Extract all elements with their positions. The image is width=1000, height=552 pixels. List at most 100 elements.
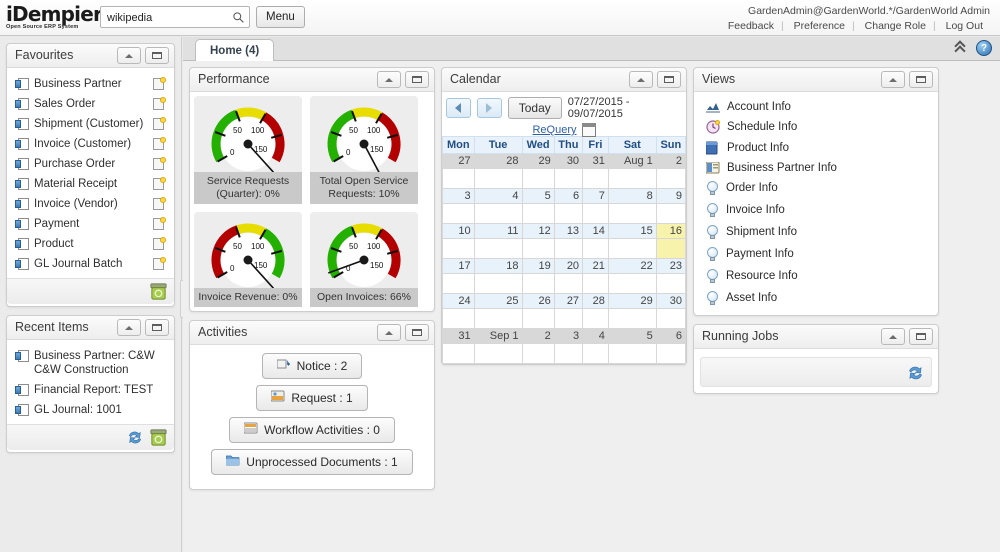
refresh-icon[interactable] bbox=[906, 364, 925, 382]
activity-button-2[interactable]: Workflow Activities : 0 bbox=[229, 417, 395, 443]
calendar-day-cell[interactable]: 3 bbox=[442, 188, 475, 204]
calendar-day-cell[interactable]: 25 bbox=[473, 293, 523, 309]
calendar-day-cell[interactable]: 6 bbox=[553, 188, 584, 204]
favourites-collapse-button[interactable] bbox=[117, 47, 141, 64]
favourite-item-5[interactable]: Material Receipt bbox=[13, 174, 168, 194]
calendar-day-cell[interactable]: 28 bbox=[473, 153, 523, 169]
new-record-icon[interactable] bbox=[153, 157, 166, 171]
calendar-event-cell[interactable] bbox=[553, 273, 584, 294]
calendar-event-cell[interactable] bbox=[607, 308, 657, 329]
calendar-event-cell[interactable] bbox=[553, 238, 584, 259]
calendar-day-cell[interactable]: 6 bbox=[655, 328, 687, 344]
calendar-day-cell[interactable]: 12 bbox=[521, 223, 555, 239]
calendar-event-cell[interactable] bbox=[553, 168, 584, 189]
calendar-day-cell[interactable]: 22 bbox=[607, 258, 657, 274]
running-jobs-maximize-button[interactable] bbox=[909, 328, 933, 345]
favourite-item-7[interactable]: Payment bbox=[13, 214, 168, 234]
calendar-event-cell[interactable] bbox=[521, 203, 555, 224]
views-item-4[interactable]: Order Info bbox=[702, 177, 930, 199]
favourite-item-3[interactable]: Invoice (Customer) bbox=[13, 134, 168, 154]
calendar-event-cell[interactable] bbox=[521, 308, 555, 329]
recent-items-collapse-button[interactable] bbox=[117, 319, 141, 336]
calendar-event-cell[interactable] bbox=[582, 273, 609, 294]
trash-icon[interactable] bbox=[149, 282, 168, 301]
calendar-maximize-button[interactable] bbox=[657, 71, 681, 88]
calendar-day-cell[interactable]: 5 bbox=[521, 188, 555, 204]
gauge-0[interactable]: 50 100 150 0 Service Requests (Quarter): 0% bbox=[194, 96, 302, 204]
calendar-event-cell[interactable] bbox=[521, 273, 555, 294]
search-input[interactable] bbox=[105, 9, 225, 26]
calendar-event-cell[interactable] bbox=[442, 273, 475, 294]
calendar-day-cell[interactable]: 30 bbox=[655, 293, 687, 309]
calendar-day-cell[interactable]: 26 bbox=[521, 293, 555, 309]
calendar-requery-link[interactable]: ReQuery bbox=[532, 124, 576, 136]
views-collapse-button[interactable] bbox=[881, 71, 905, 88]
calendar-event-cell[interactable] bbox=[582, 168, 609, 189]
calendar-next-button[interactable] bbox=[476, 98, 502, 118]
calendar-day-cell[interactable]: 8 bbox=[607, 188, 657, 204]
favourite-item-2[interactable]: Shipment (Customer) bbox=[13, 114, 168, 134]
calendar-event-cell[interactable] bbox=[442, 308, 475, 329]
double-chevron-up-icon[interactable] bbox=[954, 40, 968, 57]
calendar-event-cell[interactable] bbox=[442, 343, 475, 364]
calendar-day-cell[interactable]: 13 bbox=[553, 223, 584, 239]
calendar-day-cell[interactable]: 9 bbox=[655, 188, 687, 204]
views-item-0[interactable]: Account Info bbox=[702, 97, 930, 116]
gauge-3[interactable]: 50 100 150 0 Open Invoices: 66% bbox=[310, 212, 418, 307]
views-item-9[interactable]: Asset Info bbox=[702, 287, 930, 309]
views-item-1[interactable]: Schedule Info bbox=[702, 116, 930, 137]
activity-button-0[interactable]: Notice : 2 bbox=[261, 353, 363, 379]
calendar-day-cell[interactable]: 29 bbox=[521, 153, 555, 169]
calendar-day-cell[interactable]: 16 bbox=[655, 223, 687, 239]
calendar-event-cell[interactable] bbox=[473, 343, 523, 364]
views-item-3[interactable]: Business Partner Info bbox=[702, 158, 930, 177]
calendar-event-cell[interactable] bbox=[655, 203, 687, 224]
new-record-icon[interactable] bbox=[153, 117, 166, 131]
views-item-8[interactable]: Resource Info bbox=[702, 265, 930, 287]
calendar-event-cell[interactable] bbox=[473, 273, 523, 294]
calendar-event-cell[interactable] bbox=[607, 203, 657, 224]
calendar-day-cell[interactable]: 29 bbox=[607, 293, 657, 309]
new-record-icon[interactable] bbox=[153, 97, 166, 111]
calendar-event-cell[interactable] bbox=[655, 308, 687, 329]
calendar-event-cell[interactable] bbox=[607, 273, 657, 294]
calendar-event-cell[interactable] bbox=[521, 343, 555, 364]
calendar-day-cell[interactable]: Sep 1 bbox=[473, 328, 523, 344]
views-item-7[interactable]: Payment Info bbox=[702, 243, 930, 265]
favourite-item-1[interactable]: Sales Order bbox=[13, 94, 168, 114]
calendar-event-cell[interactable] bbox=[582, 203, 609, 224]
menu-button[interactable]: Menu bbox=[256, 6, 305, 28]
new-record-icon[interactable] bbox=[153, 77, 166, 91]
calendar-event-cell[interactable] bbox=[655, 238, 687, 259]
calendar-event-cell[interactable] bbox=[473, 308, 523, 329]
performance-maximize-button[interactable] bbox=[405, 71, 429, 88]
calendar-day-cell[interactable]: 5 bbox=[607, 328, 657, 344]
recent-item-0[interactable]: Business Partner: C&W C&W Construction bbox=[13, 346, 168, 380]
calendar-grid[interactable]: Mon Tue Wed Thu Fri Sat Sun 27 28 29 30 31 Aug 12 3… bbox=[442, 136, 687, 364]
calendar-day-cell[interactable]: 28 bbox=[582, 293, 609, 309]
trash-icon[interactable] bbox=[149, 428, 168, 447]
calendar-day-cell[interactable]: 10 bbox=[442, 223, 475, 239]
calendar-today-button[interactable]: Today bbox=[507, 97, 562, 119]
calendar-day-cell[interactable]: 4 bbox=[473, 188, 523, 204]
gauge-2[interactable]: 50 100 150 0 Invoice Revenue: 0% bbox=[194, 212, 302, 307]
calendar-day-cell[interactable]: 17 bbox=[442, 258, 475, 274]
calendar-event-cell[interactable] bbox=[442, 238, 475, 259]
favourite-item-8[interactable]: Product bbox=[13, 234, 168, 254]
views-item-2[interactable]: Product Info bbox=[702, 137, 930, 158]
recent-item-1[interactable]: Financial Report: TEST bbox=[13, 380, 168, 400]
calendar-event-cell[interactable] bbox=[473, 168, 523, 189]
calendar-day-cell[interactable]: Aug 1 bbox=[607, 153, 657, 169]
feedback-link[interactable]: Feedback bbox=[721, 20, 781, 32]
calendar-event-cell[interactable] bbox=[442, 168, 475, 189]
views-maximize-button[interactable] bbox=[909, 71, 933, 88]
favourite-item-0[interactable]: Business Partner bbox=[13, 74, 168, 94]
calendar-event-cell[interactable] bbox=[655, 343, 687, 364]
calendar-event-cell[interactable] bbox=[473, 203, 523, 224]
calendar-event-cell[interactable] bbox=[553, 203, 584, 224]
calendar-event-cell[interactable] bbox=[521, 168, 555, 189]
calendar-event-cell[interactable] bbox=[442, 203, 475, 224]
calendar-day-cell[interactable]: 24 bbox=[442, 293, 475, 309]
calendar-day-cell[interactable]: 31 bbox=[582, 153, 609, 169]
new-record-icon[interactable] bbox=[153, 237, 166, 251]
